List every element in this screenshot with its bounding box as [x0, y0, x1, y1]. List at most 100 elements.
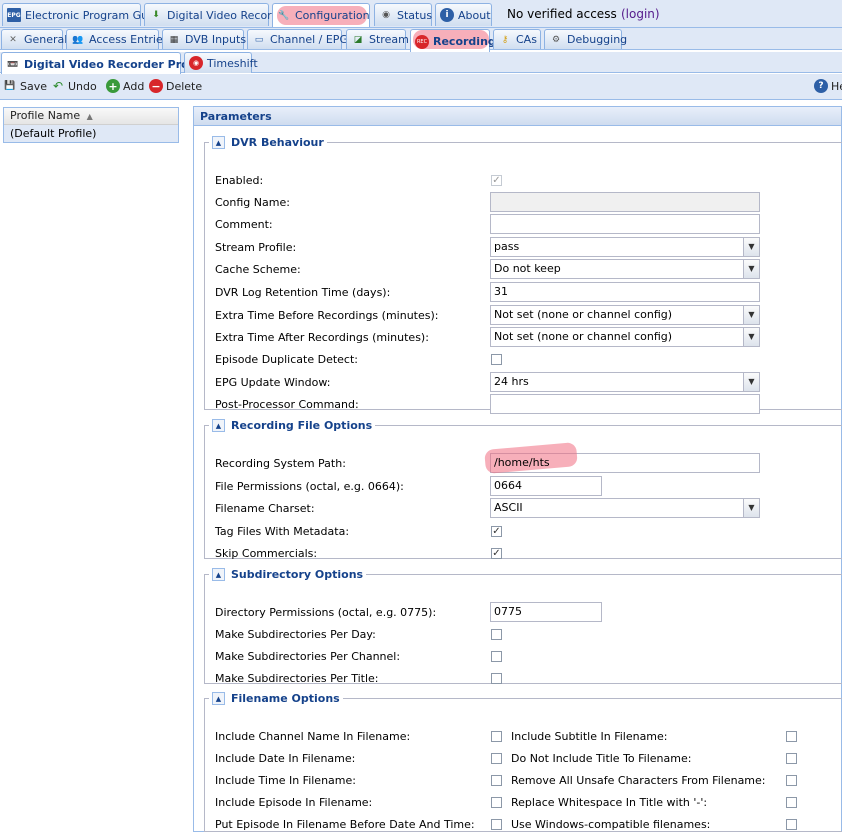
tab-about[interactable]: i About [435, 3, 492, 26]
dir-perms-field[interactable]: 0775 [490, 602, 602, 622]
comment-field[interactable] [490, 214, 760, 234]
add-icon: + [106, 79, 120, 93]
log-retention-field[interactable]: 31 [490, 282, 760, 302]
save-icon: 💾 [4, 81, 16, 91]
extra-after-select[interactable]: Not set (none or channel config) ▼ [490, 327, 760, 347]
tab-timeshift[interactable]: ◉ Timeshift [184, 52, 258, 73]
download-icon: ⬇ [152, 10, 160, 20]
tab-epg[interactable]: EPG Electronic Program Guide [2, 3, 165, 26]
per-day-label: Make Subdirectories Per Day: [215, 628, 376, 641]
log-retention-label: DVR Log Retention Time (days): [215, 286, 391, 299]
section-title: Subdirectory Options [231, 568, 364, 581]
no-title-checkbox[interactable] [786, 753, 797, 764]
include-channel-label: Include Channel Name In Filename: [215, 730, 411, 743]
per-title-checkbox[interactable] [491, 673, 502, 684]
section-title: DVR Behaviour [231, 136, 324, 149]
windows-filenames-checkbox[interactable] [786, 819, 797, 830]
subdirectory-legend[interactable]: ▲ Subdirectory Options [209, 568, 366, 581]
skip-commercials-checkbox[interactable]: ✓ [491, 548, 502, 559]
tab-general[interactable]: ✕ General [1, 29, 67, 49]
tab-access-entries[interactable]: 👥 Access Entries [66, 29, 168, 49]
collapse-icon[interactable]: ▲ [212, 692, 225, 705]
table-row[interactable]: (Default Profile) [4, 125, 178, 142]
chevron-down-icon[interactable]: ▼ [743, 260, 759, 278]
tab-configuration[interactable]: 🔧 Configuration [272, 3, 370, 27]
record-icon: ◉ [189, 56, 203, 70]
dvr-behaviour-legend[interactable]: ▲ DVR Behaviour [209, 136, 327, 149]
add-button[interactable]: + Add [106, 79, 144, 93]
chevron-down-icon[interactable]: ▼ [743, 373, 759, 391]
save-label: Save [20, 79, 48, 93]
chevron-down-icon[interactable]: ▼ [743, 328, 759, 346]
tab-status[interactable]: ◉ Status [374, 3, 432, 26]
system-path-label: Recording System Path: [215, 457, 346, 470]
include-episode-checkbox[interactable] [491, 797, 502, 808]
recording-file-legend[interactable]: ▲ Recording File Options [209, 419, 375, 432]
per-channel-label: Make Subdirectories Per Channel: [215, 650, 401, 663]
undo-button[interactable]: ↶ Undo [51, 79, 97, 93]
dup-detect-label: Episode Duplicate Detect: [215, 353, 358, 366]
tab-dvr[interactable]: ⬇ Digital Video Recorder [144, 3, 290, 26]
config-name-field[interactable] [490, 192, 760, 212]
filename-option-row: Include Date In Filename: Do Not Include… [205, 748, 842, 770]
stream-profile-select[interactable]: pass ▼ [490, 237, 760, 257]
help-label: He [831, 79, 842, 93]
extra-after-row: Extra Time After Recordings (minutes): N… [205, 327, 842, 349]
replace-whitespace-checkbox[interactable] [786, 797, 797, 808]
tab-label: Channel / EPG [270, 33, 348, 46]
tab-recording[interactable]: REC Recording [410, 29, 496, 53]
undo-label: Undo [68, 79, 97, 93]
charset-select[interactable]: ASCII ▼ [490, 498, 760, 518]
include-subtitle-checkbox[interactable] [786, 731, 797, 742]
episode-before-date-checkbox[interactable] [491, 819, 502, 830]
save-button[interactable]: 💾 Save [3, 79, 47, 93]
file-perms-field[interactable]: 0664 [490, 476, 602, 496]
tab-channel-epg[interactable]: ▭ Channel / EPG [247, 29, 348, 49]
remove-unsafe-label: Remove All Unsafe Characters From Filena… [511, 774, 766, 787]
post-processor-row: Post-Processor Command: [205, 394, 842, 416]
chevron-down-icon[interactable]: ▼ [743, 499, 759, 517]
collapse-icon[interactable]: ▲ [212, 136, 225, 149]
include-channel-checkbox[interactable] [491, 731, 502, 742]
collapse-icon[interactable]: ▲ [212, 419, 225, 432]
tab-dvr-profiles[interactable]: 📼 Digital Video Recorder Profiles [1, 52, 215, 76]
profile-name-column-header[interactable]: Profile Name ▲ [4, 108, 178, 125]
filename-option-row: Include Channel Name In Filename: Includ… [205, 726, 842, 748]
extra-before-select[interactable]: Not set (none or channel config) ▼ [490, 305, 760, 325]
chevron-down-icon[interactable]: ▼ [743, 306, 759, 324]
enabled-checkbox[interactable]: ✓ [491, 175, 502, 186]
tab-label: Debugging [567, 33, 628, 46]
login-link[interactable]: (login) [621, 7, 660, 21]
collapse-icon[interactable]: ▲ [212, 568, 225, 581]
eye-icon: ◉ [382, 10, 390, 20]
tools-icon: ✕ [9, 34, 17, 45]
epg-window-select[interactable]: 24 hrs ▼ [490, 372, 760, 392]
tab-debugging[interactable]: ⚙ Debugging [544, 29, 627, 49]
include-date-checkbox[interactable] [491, 753, 502, 764]
tag-files-checkbox[interactable]: ✓ [491, 526, 502, 537]
chevron-down-icon[interactable]: ▼ [743, 238, 759, 256]
delete-button[interactable]: − Delete [149, 79, 202, 93]
skip-commercials-row: Skip Commercials: ✓ [205, 543, 842, 565]
enabled-row: Enabled: ✓ [205, 170, 842, 192]
dup-detect-checkbox[interactable] [491, 354, 502, 365]
tab-stream[interactable]: ◪ Stream [346, 29, 409, 49]
cache-scheme-select[interactable]: Do not keep ▼ [490, 259, 760, 279]
tag-files-row: Tag Files With Metadata: ✓ [205, 521, 842, 543]
system-path-field[interactable]: /home/hts [484, 442, 760, 474]
sort-asc-icon: ▲ [86, 112, 93, 121]
toolbar: 💾 Save ↶ Undo + Add − Delete ? He [0, 74, 842, 100]
filename-legend[interactable]: ▲ Filename Options [209, 692, 343, 705]
post-processor-field[interactable] [490, 394, 760, 414]
help-button[interactable]: ? He [814, 79, 842, 93]
config-name-row: Config Name: [205, 192, 842, 214]
field-value: /home/hts [494, 456, 550, 469]
include-time-checkbox[interactable] [491, 775, 502, 786]
remove-unsafe-checkbox[interactable] [786, 775, 797, 786]
tab-dvb-inputs[interactable]: ▦ DVB Inputs [162, 29, 246, 49]
tab-cas[interactable]: ⚷ CAs [493, 29, 541, 49]
per-channel-checkbox[interactable] [491, 651, 502, 662]
dir-perms-label: Directory Permissions (octal, e.g. 0775)… [215, 606, 437, 619]
select-value: Not set (none or channel config) [494, 308, 673, 321]
per-day-checkbox[interactable] [491, 629, 502, 640]
